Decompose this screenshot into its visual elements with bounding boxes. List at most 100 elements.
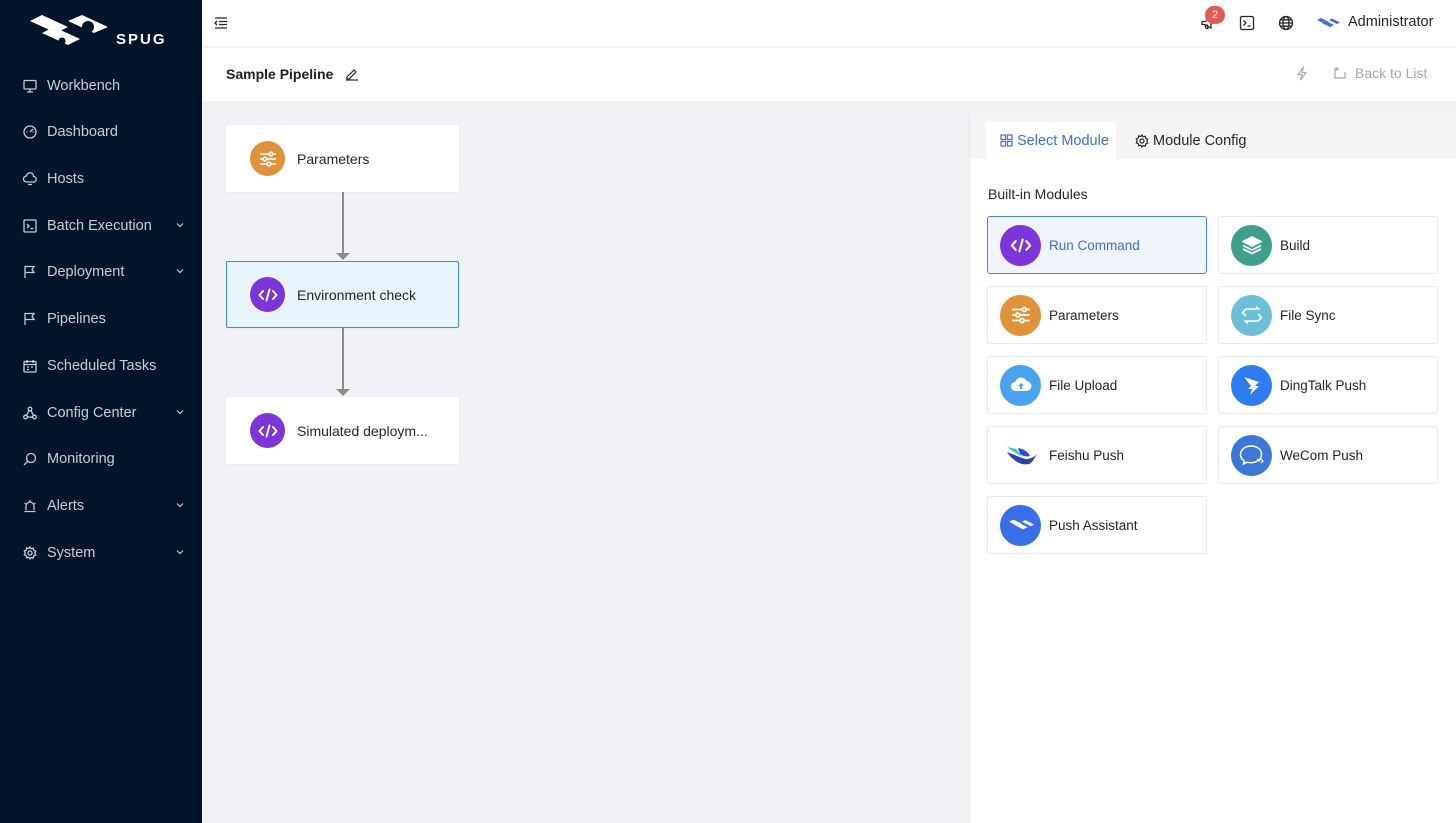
sliders-icon: [1000, 294, 1041, 336]
sidebar-item-pipelines[interactable]: Pipelines: [0, 299, 202, 339]
module-label: Run Command: [1049, 237, 1140, 253]
sidebar: SPUG Workbench Dashboard Hosts Batch Exe…: [0, 0, 202, 823]
code-terminal-icon: [23, 219, 37, 233]
sidebar-item-label: Config Center: [47, 405, 137, 421]
connector-arrow: [336, 253, 350, 260]
page-titlebar: Sample Pipeline Back to List: [202, 48, 1456, 101]
spug-logo-icon: [30, 15, 108, 45]
chevron-down-icon: [176, 223, 184, 228]
module-wecom-push[interactable]: WeCom Push: [1218, 426, 1438, 484]
logo[interactable]: SPUG: [0, 0, 202, 64]
chevron-down-icon: [176, 550, 184, 555]
sidebar-item-label: Scheduled Tasks: [47, 358, 157, 374]
node-label: Environment check: [297, 286, 417, 303]
sidebar-item-hosts[interactable]: Hosts: [0, 159, 202, 199]
top-header: 2 Administrator: [202, 0, 1456, 47]
flag-icon: [23, 312, 37, 326]
global-language-icon[interactable]: [1278, 15, 1294, 31]
node-label: Parameters: [297, 150, 370, 167]
sidebar-item-deployment[interactable]: Deployment: [0, 252, 202, 292]
module-panel: Select Module Module Config Built-in Mod…: [969, 113, 1456, 823]
sidebar-item-label: Deployment: [47, 264, 125, 280]
module-push-assistant[interactable]: Push Assistant: [987, 496, 1207, 554]
code-icon: [250, 413, 285, 448]
menu-fold-icon[interactable]: [214, 16, 228, 30]
thunderbolt-icon[interactable]: [1295, 66, 1309, 81]
sidebar-item-system[interactable]: System: [0, 533, 202, 573]
dashboard-icon: [23, 125, 37, 139]
tab-label: Module Config: [1153, 132, 1247, 149]
layers-icon: [1231, 224, 1272, 266]
sidebar-item-alerts[interactable]: Alerts: [0, 486, 202, 526]
pipeline-node-simulated-deployment[interactable]: Simulated deploym...: [226, 397, 459, 464]
deployment-unit-icon: [23, 406, 37, 420]
tab-select-module[interactable]: Select Module: [986, 122, 1116, 159]
module-label: File Upload: [1049, 377, 1118, 393]
user-avatar-icon[interactable]: [1316, 17, 1340, 29]
search-icon: [23, 452, 37, 466]
tab-module-config[interactable]: Module Config: [1135, 122, 1247, 159]
module-build[interactable]: Build: [1218, 216, 1438, 274]
logo-text: SPUG: [116, 30, 167, 48]
edit-icon[interactable]: [345, 67, 359, 81]
sidebar-item-dashboard[interactable]: Dashboard: [0, 112, 202, 152]
sidebar-item-scheduled-tasks[interactable]: Scheduled Tasks: [0, 346, 202, 386]
terminal-icon[interactable]: [1239, 15, 1255, 31]
dingtalk-icon: [1231, 364, 1272, 406]
swap-icon: [1231, 294, 1272, 336]
code-icon: [1000, 224, 1041, 266]
wecom-icon: [1231, 434, 1272, 476]
module-label: DingTalk Push: [1280, 377, 1367, 393]
setting-icon: [23, 546, 37, 560]
sidebar-item-batch-execution[interactable]: Batch Execution: [0, 206, 202, 246]
sidebar-item-label: Batch Execution: [47, 218, 152, 234]
module-label: WeCom Push: [1280, 447, 1364, 463]
module-label: Build: [1280, 237, 1311, 253]
section-label: Built-in Modules: [988, 186, 1088, 202]
module-file-upload[interactable]: File Upload: [987, 356, 1207, 414]
sidebar-item-label: Monitoring: [47, 451, 115, 467]
panel-tabs: Select Module Module Config: [970, 113, 1456, 159]
user-name[interactable]: Administrator: [1348, 14, 1433, 30]
chevron-down-icon: [176, 503, 184, 508]
connector-line: [342, 328, 344, 390]
sliders-icon: [250, 141, 285, 176]
calendar-icon: [23, 359, 37, 373]
pipeline-node-parameters[interactable]: Parameters: [226, 125, 459, 192]
chevron-down-icon: [176, 410, 184, 415]
sidebar-item-monitoring[interactable]: Monitoring: [0, 439, 202, 479]
sidebar-item-label: Alerts: [47, 498, 85, 514]
flag-icon: [23, 265, 37, 279]
tab-label: Select Module: [1017, 132, 1109, 149]
module-feishu-push[interactable]: Feishu Push: [987, 426, 1207, 484]
module-dingtalk-push[interactable]: DingTalk Push: [1218, 356, 1438, 414]
sidebar-item-label: Hosts: [47, 171, 85, 187]
pipeline-node-environment-check[interactable]: Environment check: [226, 261, 459, 328]
module-label: Push Assistant: [1049, 517, 1138, 533]
feishu-icon: [1000, 434, 1041, 476]
module-label: Feishu Push: [1049, 447, 1125, 463]
chevron-down-icon: [176, 269, 184, 274]
cloud-server-icon: [23, 172, 37, 186]
sidebar-item-label: Pipelines: [47, 311, 106, 327]
module-run-command[interactable]: Run Command: [987, 216, 1207, 274]
connector-arrow: [336, 389, 350, 396]
back-to-list-label: Back to List: [1355, 65, 1428, 81]
code-icon: [250, 277, 285, 312]
page-title: Sample Pipeline: [226, 66, 334, 82]
setting-icon: [1135, 133, 1149, 148]
module-file-sync[interactable]: File Sync: [1218, 286, 1438, 344]
appstore-icon: [1000, 134, 1013, 147]
connector-line: [342, 192, 344, 254]
alert-icon: [23, 499, 37, 513]
module-parameters[interactable]: Parameters: [987, 286, 1207, 344]
back-to-list-button[interactable]: Back to List: [1334, 65, 1427, 81]
module-label: File Sync: [1280, 307, 1336, 323]
rollback-icon: [1334, 66, 1346, 79]
sidebar-item-label: System: [47, 545, 96, 561]
module-label: Parameters: [1049, 307, 1119, 323]
sidebar-item-label: Dashboard: [47, 124, 118, 140]
sidebar-item-workbench[interactable]: Workbench: [0, 66, 202, 106]
cloud-upload-icon: [1000, 364, 1041, 406]
sidebar-item-config-center[interactable]: Config Center: [0, 393, 202, 433]
